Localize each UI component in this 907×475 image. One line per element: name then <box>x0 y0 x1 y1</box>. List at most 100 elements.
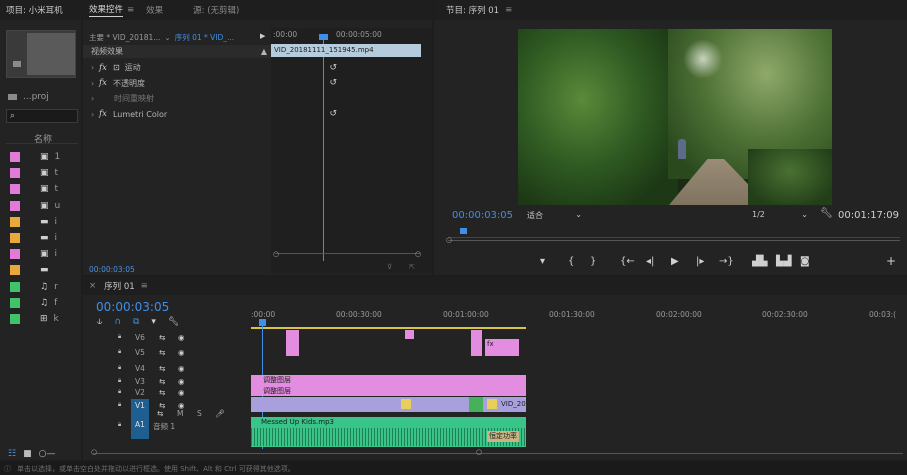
label-color-swatch[interactable] <box>10 184 20 195</box>
tab-source[interactable]: 源: (无剪辑) <box>193 4 239 16</box>
timeline-playhead-handle[interactable] <box>259 319 266 326</box>
nest-icon[interactable]: ⫝ <box>97 317 102 327</box>
step-forward-icon[interactable]: |▸ <box>696 256 704 267</box>
label-color-swatch[interactable] <box>10 216 20 227</box>
track-name[interactable]: V6 <box>131 333 149 342</box>
reset-icon[interactable]: ↺ <box>329 109 337 119</box>
lock-icon[interactable]: 🔒︎ <box>118 421 121 429</box>
zoom-start-handle-icon[interactable]: ○ <box>446 236 452 244</box>
mini-playhead-handle[interactable] <box>319 34 328 40</box>
sync-lock-icon[interactable]: ⇆ <box>159 388 165 397</box>
track-header-v1[interactable]: 🔒︎ V1 ⇆ ◉ <box>83 398 333 412</box>
chevron-right-icon[interactable]: › <box>91 63 94 72</box>
export-frame-icon[interactable]: ◙ <box>800 256 810 267</box>
project-item[interactable]: ▬ i <box>10 232 70 244</box>
chevron-down-icon[interactable]: ⌄ <box>164 33 170 42</box>
lock-icon[interactable]: 🔒︎ <box>118 333 121 341</box>
label-color-swatch[interactable] <box>10 168 20 179</box>
work-area-bar[interactable] <box>251 327 526 329</box>
eye-icon[interactable]: ◉ <box>178 364 185 373</box>
tab-effects[interactable]: 效果 <box>146 4 163 16</box>
add-marker-icon[interactable]: ▾ <box>151 317 156 327</box>
chevron-right-icon[interactable]: › <box>91 110 94 119</box>
solo-button[interactable]: S <box>197 409 202 418</box>
timeline-timecode[interactable]: 00:00:03:05 <box>96 300 169 314</box>
sync-lock-icon[interactable]: ⇆ <box>159 333 165 342</box>
lift-icon[interactable]: ▟▙ <box>752 256 767 267</box>
sync-lock-icon[interactable]: ⇆ <box>159 377 165 386</box>
add-button-icon[interactable]: + <box>886 254 896 268</box>
chevron-right-icon[interactable]: › <box>91 79 94 88</box>
label-color-swatch[interactable] <box>10 249 20 260</box>
sync-lock-icon[interactable]: ⇆ <box>157 409 163 418</box>
add-marker-icon[interactable]: ▾ <box>540 256 545 267</box>
timeline-settings-icon[interactable]: 🔧︎ <box>168 317 179 327</box>
go-to-in-icon[interactable]: {← <box>620 256 635 267</box>
sync-lock-icon[interactable]: ⇆ <box>159 364 165 373</box>
mute-button[interactable]: M <box>177 409 183 418</box>
go-to-out-icon[interactable]: →} <box>719 256 734 267</box>
reset-icon[interactable]: ↺ <box>329 78 337 88</box>
effect-row[interactable]: › 时间重映射 <box>83 91 349 106</box>
chevron-right-icon[interactable]: › <box>91 94 94 103</box>
track-header-v5[interactable]: 🔒︎ V5 ⇆ ◉ <box>83 346 333 358</box>
reset-icon[interactable]: ↺ <box>329 63 337 73</box>
project-item[interactable]: ▣ i <box>10 248 70 260</box>
effect-timecode[interactable]: 00:00:03:05 <box>89 265 135 274</box>
sequence-clip-label[interactable]: 序列 01 * VID_... <box>175 32 234 43</box>
project-item[interactable]: ⊞ k <box>10 313 70 325</box>
label-color-swatch[interactable] <box>10 233 20 243</box>
play-icon[interactable]: ▶ <box>671 256 679 267</box>
project-item[interactable]: ▣ u <box>10 200 70 212</box>
track-name[interactable]: V4 <box>131 364 149 373</box>
zoom-slider[interactable]: ○— <box>39 449 56 459</box>
timeline-close-icon[interactable]: × <box>89 281 96 291</box>
project-tab[interactable]: 项目: 小米耳机 <box>6 4 63 16</box>
track-header-v2[interactable]: 🔒︎ V2 ⇆ ◉ <box>83 386 333 398</box>
audio-effect-label[interactable]: 恒定功率 <box>487 431 519 442</box>
track-name[interactable]: V1 <box>131 398 149 412</box>
label-color-swatch[interactable] <box>10 297 20 308</box>
mark-in-icon[interactable]: { <box>568 256 574 267</box>
timeline-tab[interactable]: 序列 01 <box>104 280 135 292</box>
mini-scrollbar[interactable] <box>275 253 420 257</box>
project-search-input[interactable]: ⌕ <box>6 109 78 123</box>
timeline-scrollbar[interactable] <box>93 453 903 454</box>
timeline-ruler[interactable]: :00:00 00:00:30:00 00:01:00:00 00:01:30:00 0… <box>251 307 907 327</box>
resolution-dropdown[interactable]: 1/2 ⌄ <box>752 210 808 219</box>
fx-badge[interactable]: fx <box>99 78 107 88</box>
project-item[interactable]: ♫ f <box>10 297 70 309</box>
fx-badge[interactable]: fx <box>99 63 107 73</box>
program-current-time[interactable]: 00:00:03:05 <box>452 210 513 221</box>
label-color-swatch[interactable] <box>10 314 20 324</box>
program-playhead[interactable] <box>460 228 467 234</box>
project-item[interactable]: ▬ <box>10 264 70 276</box>
lock-icon[interactable]: 🔒︎ <box>118 348 121 356</box>
tab-menu-icon[interactable]: ≡ <box>127 5 134 15</box>
export-icon[interactable]: ⇱ <box>409 263 415 271</box>
track-name[interactable]: V2 <box>131 388 149 397</box>
wrench-icon[interactable]: 🔧︎ <box>820 208 833 219</box>
effect-row[interactable]: › fx ⊡ 运动 ↺ <box>83 60 349 75</box>
program-menu-icon[interactable]: ≡ <box>505 5 512 15</box>
play-only-icon[interactable]: ▶ <box>260 32 265 40</box>
track-header-a1[interactable]: 🔒︎ A1 ⇆ M S 🎤︎ 音频 1 <box>83 409 333 439</box>
clip-v5-c[interactable] <box>471 330 482 356</box>
label-color-swatch[interactable] <box>10 152 20 162</box>
timeline-scroll-start-icon[interactable]: ○ <box>91 448 97 456</box>
mini-zoom-handle-end-icon[interactable]: ○ <box>415 250 421 258</box>
snap-icon[interactable]: ∩ <box>114 317 121 327</box>
tab-effect-controls[interactable]: 效果控件 <box>89 3 124 17</box>
filter-icon[interactable]: ⊽ <box>387 263 392 271</box>
project-item[interactable]: ▣ t <box>10 183 70 195</box>
clip-v6-b[interactable] <box>405 330 414 339</box>
label-color-swatch[interactable] <box>10 200 20 211</box>
master-clip-label[interactable]: 主要 * VID_20181... <box>89 32 160 43</box>
label-color-swatch[interactable] <box>10 265 20 276</box>
microphone-icon[interactable]: 🎤︎ <box>215 409 225 418</box>
motion-transform-icon[interactable]: ⊡ <box>113 63 120 72</box>
eye-icon[interactable]: ◉ <box>178 377 185 386</box>
scroll-up-icon[interactable]: ▲ <box>261 45 267 58</box>
lock-icon[interactable]: 🔒︎ <box>118 377 121 385</box>
program-tab[interactable]: 节目: 序列 01 <box>446 4 499 16</box>
